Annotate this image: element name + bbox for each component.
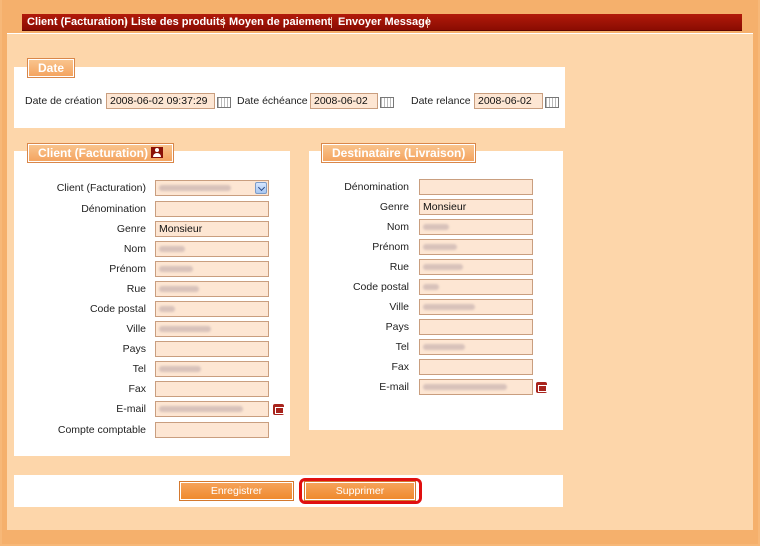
dest-code-postal-field[interactable] (419, 279, 533, 295)
client-compte-field[interactable] (155, 422, 269, 438)
client-rue-field[interactable] (155, 281, 269, 297)
dest-nom-label: Nom (386, 221, 409, 233)
blurred-text (159, 406, 243, 412)
client-rue-label: Rue (126, 283, 146, 295)
client-tel-label: Tel (132, 363, 146, 375)
dest-denomination-label: Dénomination (344, 181, 409, 193)
dest-rue-label: Rue (389, 261, 409, 273)
user-icon[interactable] (151, 147, 163, 158)
calendar-icon[interactable] (217, 97, 231, 108)
client-pays-label: Pays (122, 343, 146, 355)
client-ville-label: Ville (126, 323, 146, 335)
blurred-text (159, 286, 199, 292)
destinataire-panel: Dénomination Genre Monsieur Nom Prénom R… (309, 151, 563, 430)
dest-rue-field[interactable] (419, 259, 533, 275)
destinataire-section-title: Destinataire (Livraison) (320, 143, 477, 163)
client-tel-field[interactable] (155, 361, 269, 377)
actions-panel: Enregistrer Supprimer (14, 475, 563, 507)
dest-code-postal-label: Code postal (352, 281, 409, 293)
dest-ville-label: Ville (389, 301, 409, 313)
dest-ville-field[interactable] (419, 299, 533, 315)
main-content: Date de création 2008-06-02 09:37:29 Dat… (7, 33, 753, 530)
client-nom-field[interactable] (155, 241, 269, 257)
blurred-text (159, 366, 201, 372)
blurred-text (423, 304, 475, 310)
nav-separator (331, 17, 332, 28)
blurred-text (423, 244, 457, 250)
client-panel: Client (Facturation) Dénomination Genre … (14, 151, 290, 456)
client-prenom-label: Prénom (109, 263, 146, 275)
dest-tel-label: Tel (395, 341, 409, 353)
dest-email-field[interactable] (419, 379, 533, 395)
date-panel: Date de création 2008-06-02 09:37:29 Dat… (14, 67, 565, 128)
date-creation-label: Date de création (25, 95, 103, 107)
blurred-text (423, 344, 465, 350)
client-fax-field[interactable] (155, 381, 269, 397)
blurred-text (159, 185, 231, 191)
client-code-postal-field[interactable] (155, 301, 269, 317)
client-prenom-field[interactable] (155, 261, 269, 277)
nav-separator (125, 17, 126, 28)
dest-pays-field[interactable] (419, 319, 533, 335)
nav-separator (223, 17, 224, 28)
blurred-text (159, 306, 175, 312)
delete-button-highlight (299, 478, 422, 504)
client-ville-field[interactable] (155, 321, 269, 337)
dest-denomination-field[interactable] (419, 179, 533, 195)
blurred-text (423, 264, 463, 270)
dest-prenom-field[interactable] (419, 239, 533, 255)
date-section-title: Date (26, 58, 76, 78)
chevron-down-icon[interactable] (255, 182, 267, 194)
client-genre-field[interactable]: Monsieur (155, 221, 269, 237)
dest-pays-label: Pays (385, 321, 409, 333)
client-nom-label: Nom (123, 243, 146, 255)
dest-email-label: E-mail (379, 381, 409, 393)
client-compte-label: Compte comptable (57, 424, 146, 436)
blurred-text (159, 326, 211, 332)
top-nav-bar: Client (Facturation) Liste des produits … (22, 14, 742, 31)
mail-icon[interactable] (273, 404, 284, 415)
client-denomination-label: Dénomination (81, 203, 146, 215)
blurred-text (423, 384, 507, 390)
mail-icon[interactable] (536, 382, 547, 393)
dest-fax-label: Fax (391, 361, 409, 373)
blurred-text (423, 284, 439, 290)
client-email-label: E-mail (116, 403, 146, 415)
calendar-icon[interactable] (545, 97, 559, 108)
dest-genre-label: Genre (379, 201, 409, 213)
dest-prenom-label: Prénom (372, 241, 409, 253)
tab-envoyer-message[interactable]: Envoyer Message (338, 16, 431, 29)
blurred-text (159, 266, 193, 272)
client-email-field[interactable] (155, 401, 269, 417)
client-genre-label: Genre (116, 223, 146, 235)
client-denomination-field[interactable] (155, 201, 269, 217)
date-creation-field[interactable]: 2008-06-02 09:37:29 (106, 93, 215, 109)
dest-genre-field[interactable]: Monsieur (419, 199, 533, 215)
dest-tel-field[interactable] (419, 339, 533, 355)
blurred-text (159, 246, 185, 252)
dest-nom-field[interactable] (419, 219, 533, 235)
client-section-title: Client (Facturation) (27, 143, 174, 163)
client-pays-field[interactable] (155, 341, 269, 357)
client-select-label: Client (Facturation) (56, 182, 146, 194)
tab-liste-produits[interactable]: Liste des produits (131, 16, 226, 29)
client-code-postal-label: Code postal (89, 303, 146, 315)
save-button[interactable]: Enregistrer (179, 481, 294, 501)
blurred-text (423, 224, 449, 230)
calendar-icon[interactable] (380, 97, 394, 108)
client-fax-label: Fax (128, 383, 146, 395)
date-relance-field[interactable]: 2008-06-02 (474, 93, 543, 109)
tab-moyen-paiement[interactable]: Moyen de paiement (229, 16, 331, 29)
dest-fax-field[interactable] (419, 359, 533, 375)
client-select[interactable] (155, 180, 269, 196)
date-echeance-field[interactable]: 2008-06-02 (310, 93, 378, 109)
date-relance-label: Date relance (411, 95, 471, 107)
tab-client-facturation[interactable]: Client (Facturation) (27, 16, 128, 29)
date-echeance-label: Date échéance (237, 95, 308, 107)
nav-separator (427, 17, 428, 28)
